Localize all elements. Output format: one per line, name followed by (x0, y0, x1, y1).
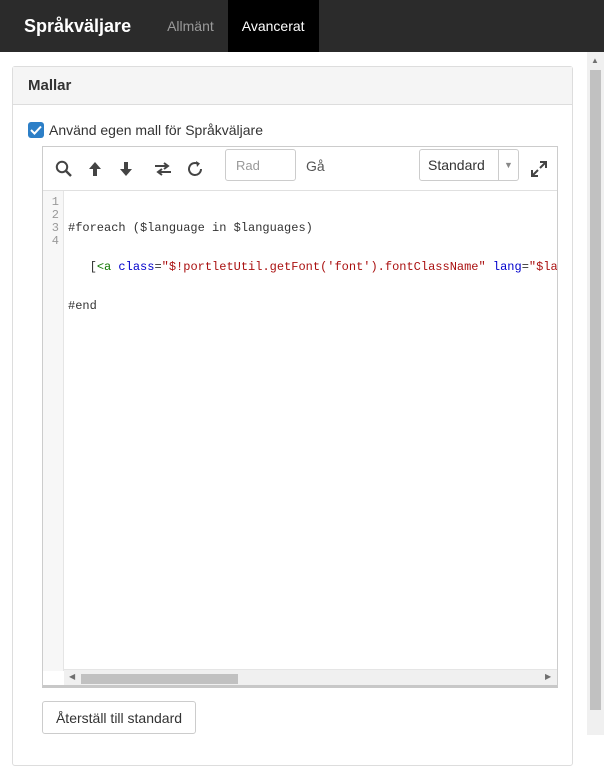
row-number-input[interactable] (225, 149, 296, 181)
editor-toolbar: Gå Standard ▼ (43, 147, 557, 191)
arrow-up-icon[interactable] (85, 159, 105, 179)
line-number: 4 (51, 234, 59, 248)
line-number-gutter: 1 2 3 4 (43, 191, 64, 671)
arrow-down-icon[interactable] (116, 159, 136, 179)
templates-panel: Mallar Använd egen mall för Språkväljare (12, 66, 573, 766)
code-area[interactable]: 1 2 3 4 #foreach ($language in $language… (43, 191, 558, 685)
scroll-right-icon[interactable]: ▶ (545, 672, 551, 682)
code-lines[interactable]: #foreach ($language in $languages) [<a c… (68, 196, 558, 378)
custom-template-option[interactable]: Använd egen mall för Språkväljare (28, 122, 263, 138)
code-line-2: [<a class="$!portletUtil.getFont('font')… (68, 260, 558, 274)
vertical-scrollbar[interactable]: ▲ (587, 52, 604, 735)
custom-template-checkbox[interactable] (28, 122, 44, 138)
top-header: Språkväljare Allmänt Avancerat (0, 0, 604, 52)
go-to-row-link[interactable]: Gå (306, 158, 325, 174)
horizontal-scrollbar[interactable]: ◀ ▶ (64, 669, 557, 685)
tab-avancerat[interactable]: Avancerat (227, 0, 319, 52)
scroll-left-icon[interactable]: ◀ (69, 672, 75, 682)
checkmark-icon (30, 125, 42, 135)
panel-title: Mallar (13, 67, 572, 105)
vertical-scroll-thumb[interactable] (590, 70, 601, 710)
code-line-3: #end (68, 299, 97, 313)
horizontal-scroll-thumb[interactable] (81, 674, 238, 684)
reset-to-default-button[interactable]: Återställ till standard (42, 701, 196, 734)
app-title: Språkväljare (24, 15, 132, 36)
code-line-1: #foreach ($language in $languages) (68, 221, 313, 235)
search-icon[interactable] (54, 159, 74, 179)
theme-select-value: Standard (428, 157, 485, 173)
code-editor: Gå Standard ▼ 1 2 3 4 #foreach ($languag… (42, 146, 558, 688)
expand-icon[interactable] (529, 159, 549, 179)
theme-select[interactable]: Standard ▼ (419, 149, 519, 181)
custom-template-label: Använd egen mall för Språkväljare (49, 122, 264, 138)
chevron-down-icon: ▼ (498, 150, 518, 180)
scroll-up-icon[interactable]: ▲ (591, 56, 599, 65)
swap-icon[interactable] (153, 159, 173, 179)
tab-allmant[interactable]: Allmänt (153, 0, 228, 52)
refresh-icon[interactable] (185, 159, 205, 179)
page-body: Mallar Använd egen mall för Språkväljare (0, 52, 604, 766)
